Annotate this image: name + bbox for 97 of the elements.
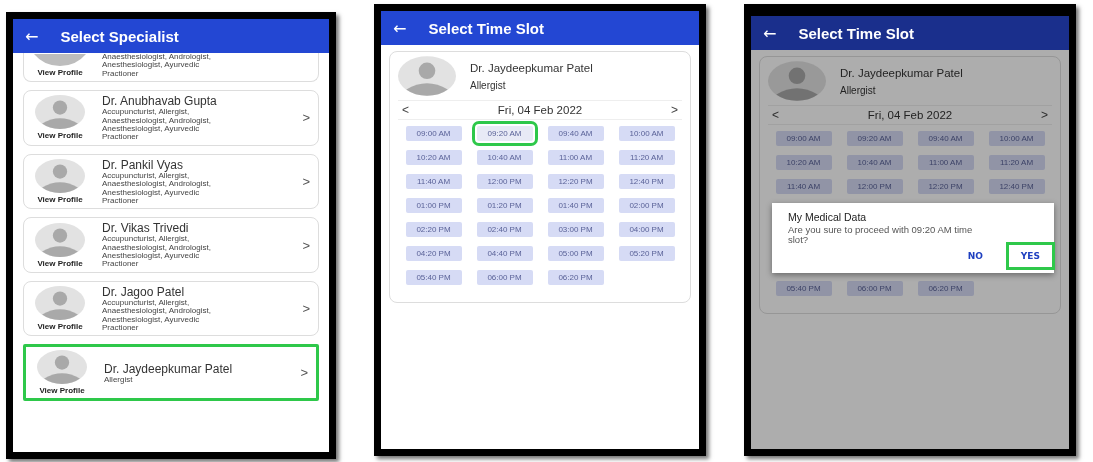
time-slot[interactable]: 11:40 AM <box>405 174 462 189</box>
avatar-icon <box>35 222 85 257</box>
time-slot[interactable]: 02:00 PM <box>618 198 675 213</box>
time-slot[interactable]: 10:20 AM <box>405 150 462 165</box>
avatar-icon <box>35 95 85 130</box>
view-profile-link[interactable]: View Profile <box>37 195 83 204</box>
time-slot[interactable]: 05:20 PM <box>618 246 675 261</box>
time-slot[interactable]: 09:40 AM <box>547 126 604 141</box>
view-profile-link[interactable]: View Profile <box>39 386 85 396</box>
doctor-specialties: Accupuncturist, Allergist, Anaesthesiologist, Andrologist, Anesthesiologist, Ayurvedic Practioner <box>102 235 212 269</box>
avatar-icon <box>768 61 826 101</box>
time-slot[interactable]: 11:20 AM <box>988 155 1045 170</box>
avatar-icon <box>35 286 85 321</box>
next-day-button[interactable]: > <box>1040 108 1048 122</box>
next-day-button[interactable]: > <box>670 103 678 117</box>
avatar-icon <box>35 159 85 193</box>
time-slot[interactable]: 12:40 PM <box>618 174 675 189</box>
chevron[interactable]: > <box>302 174 310 189</box>
time-slot[interactable]: 06:20 PM <box>917 280 974 296</box>
time-slot[interactable]: 09:00 AM <box>775 131 832 146</box>
view-profile-link[interactable]: View Profile <box>37 131 83 141</box>
back-button[interactable]: ← <box>393 18 407 38</box>
date-label: Fri, 04 Feb 2022 <box>867 109 953 121</box>
time-slot[interactable]: 11:20 AM <box>618 150 675 165</box>
view-profile-link[interactable]: View Profile <box>37 322 83 332</box>
doctor-card[interactable]: View Profile Dr. Anubhavab Gupta Accupuncturist, Allergist, Anaesthesiologist, Andrologist, Anesthesiologist, Ayurvedic Practioner > <box>23 90 319 146</box>
chevron[interactable]: > <box>302 237 310 253</box>
chevron[interactable]: > <box>300 365 308 381</box>
dialog-button[interactable]: YES <box>1008 244 1052 267</box>
dialog-title: My Medical Data <box>788 211 868 223</box>
time-slot[interactable]: 10:00 AM <box>618 126 675 141</box>
screen-title: Select Specialist <box>60 27 179 45</box>
dialog-button[interactable]: NO <box>955 244 995 267</box>
back-button[interactable]: ← <box>25 26 39 46</box>
time-slot[interactable]: 05:40 PM <box>775 280 832 296</box>
avatar-icon <box>32 54 88 67</box>
time-slot[interactable]: 09:20 AM <box>846 131 903 146</box>
time-slot[interactable]: 01:00 PM <box>405 198 462 213</box>
avatar-icon <box>37 350 87 385</box>
doctor-name: Dr. Vikas Trivedi <box>102 221 190 236</box>
doctor-card[interactable]: View Profile Dr. Jaydeepkumar Patel Allergist > <box>23 344 319 402</box>
chevron[interactable]: > <box>302 110 310 126</box>
time-slot[interactable]: 06:00 PM <box>846 280 903 296</box>
time-slot[interactable]: 06:00 PM <box>476 270 533 285</box>
screen-title: Select Time Slot <box>798 24 914 42</box>
time-slot[interactable]: 02:40 PM <box>476 222 533 237</box>
doctor-specialty: Allergist <box>470 79 507 91</box>
doctor-card[interactable]: View Profile Dr. Pankil Vyas Accupuncturist, Allergist, Anaesthesiologist, Andrologist, Anesthesiologist, Ayurvedic Practioner > <box>23 153 319 210</box>
screen-title: Select Time Slot <box>428 19 544 37</box>
doctor-specialty: Allergist <box>840 84 877 96</box>
time-slot[interactable]: 11:00 AM <box>547 150 604 165</box>
doctor-name: Dr. Pankil Vyas <box>102 157 183 172</box>
time-slot[interactable]: 10:00 AM <box>988 131 1045 146</box>
time-slot[interactable]: 02:20 PM <box>405 222 462 237</box>
doctor-name: Dr. Jaydeepkumar Patel <box>840 66 963 79</box>
avatar-icon <box>398 56 456 96</box>
time-slot[interactable]: 05:00 PM <box>547 246 604 261</box>
doctor-specialties: Accupuncturist, Allergist, Anaesthesiologist, Andrologist, Anesthesiologist, Ayurvedic Practioner <box>102 108 211 142</box>
time-slot[interactable]: 04:20 PM <box>405 246 462 261</box>
time-slot[interactable]: 03:00 PM <box>547 222 604 237</box>
doctor-name: Dr. Anubhavab Gupta <box>102 94 218 109</box>
doctor-card[interactable]: View Profile Dr. Vikas Trivedi Accupuncturist, Allergist, Anaesthesiologist, Andrologist, Anesthesiologist, Ayurvedic Practioner > <box>23 217 319 273</box>
time-slot[interactable]: 01:40 PM <box>547 198 604 213</box>
time-slot[interactable]: 12:40 PM <box>988 179 1045 194</box>
doctor-name: Dr. Jaydeepkumar Patel <box>470 61 593 74</box>
time-slot[interactable]: 10:40 AM <box>476 150 533 165</box>
time-slot[interactable]: 12:00 PM <box>846 179 903 194</box>
time-slot[interactable]: 04:40 PM <box>476 246 533 261</box>
date-label: Fri, 04 Feb 2022 <box>497 104 583 116</box>
previous-day-button[interactable]: < <box>402 103 409 117</box>
time-slot[interactable]: 06:20 PM <box>547 270 604 285</box>
time-slot[interactable]: 01:20 PM <box>476 198 533 213</box>
doctor-specialties: Accupuncturist, Allergist, Anaesthesiologist, Andrologist, Anesthesiologist, Ayurvedic Practioner <box>102 298 212 333</box>
doctor-specialties: Accupuncturist, Allergist, Anaesthesiologist, Andrologist, Anesthesiologist, Ayurvedic Practioner <box>102 171 212 206</box>
time-slot[interactable]: 10:20 AM <box>775 155 832 170</box>
view-profile-link[interactable]: View Profile <box>37 258 83 268</box>
back-button[interactable]: ← <box>763 23 777 43</box>
doctor-specialties: Allergist <box>104 375 133 385</box>
previous-day-button[interactable]: < <box>772 108 779 122</box>
time-slot[interactable]: 10:40 AM <box>846 155 903 170</box>
time-slot[interactable]: 04:00 PM <box>618 222 675 237</box>
time-slot[interactable]: 09:40 AM <box>917 131 974 146</box>
time-slot[interactable]: 11:00 AM <box>917 155 974 170</box>
time-slot[interactable]: 11:40 AM <box>775 179 832 194</box>
time-slot[interactable]: 05:40 PM <box>405 270 462 285</box>
time-slot[interactable]: 12:00 PM <box>476 174 533 189</box>
dialog-message: Are you sure to proceed with 09:20 AM time slot? <box>788 225 974 245</box>
time-slot[interactable]: 12:20 PM <box>547 174 604 189</box>
doctor-specialties: Anaesthesiologist, Andrologist, Anesthesiologist, Ayurvedic Practioner <box>102 53 212 79</box>
doctor-card[interactable]: View Profile Anaesthesiologist, Andrologist, Anesthesiologist, Ayurvedic Practioner <box>23 53 319 83</box>
view-profile-link[interactable]: View Profile <box>37 68 83 78</box>
time-slot[interactable]: 12:20 PM <box>917 179 974 194</box>
chevron[interactable]: > <box>302 301 310 317</box>
doctor-card[interactable]: View Profile Dr. Jagoo Patel Accupuncturist, Allergist, Anaesthesiologist, Andrologist, Anesthesiologist, Ayurvedic Practioner > <box>23 280 319 337</box>
time-slot[interactable]: 09:00 AM <box>405 126 462 141</box>
doctor-name: Dr. Jaydeepkumar Patel <box>104 361 234 376</box>
doctor-name: Dr. Jagoo Patel <box>102 284 186 299</box>
